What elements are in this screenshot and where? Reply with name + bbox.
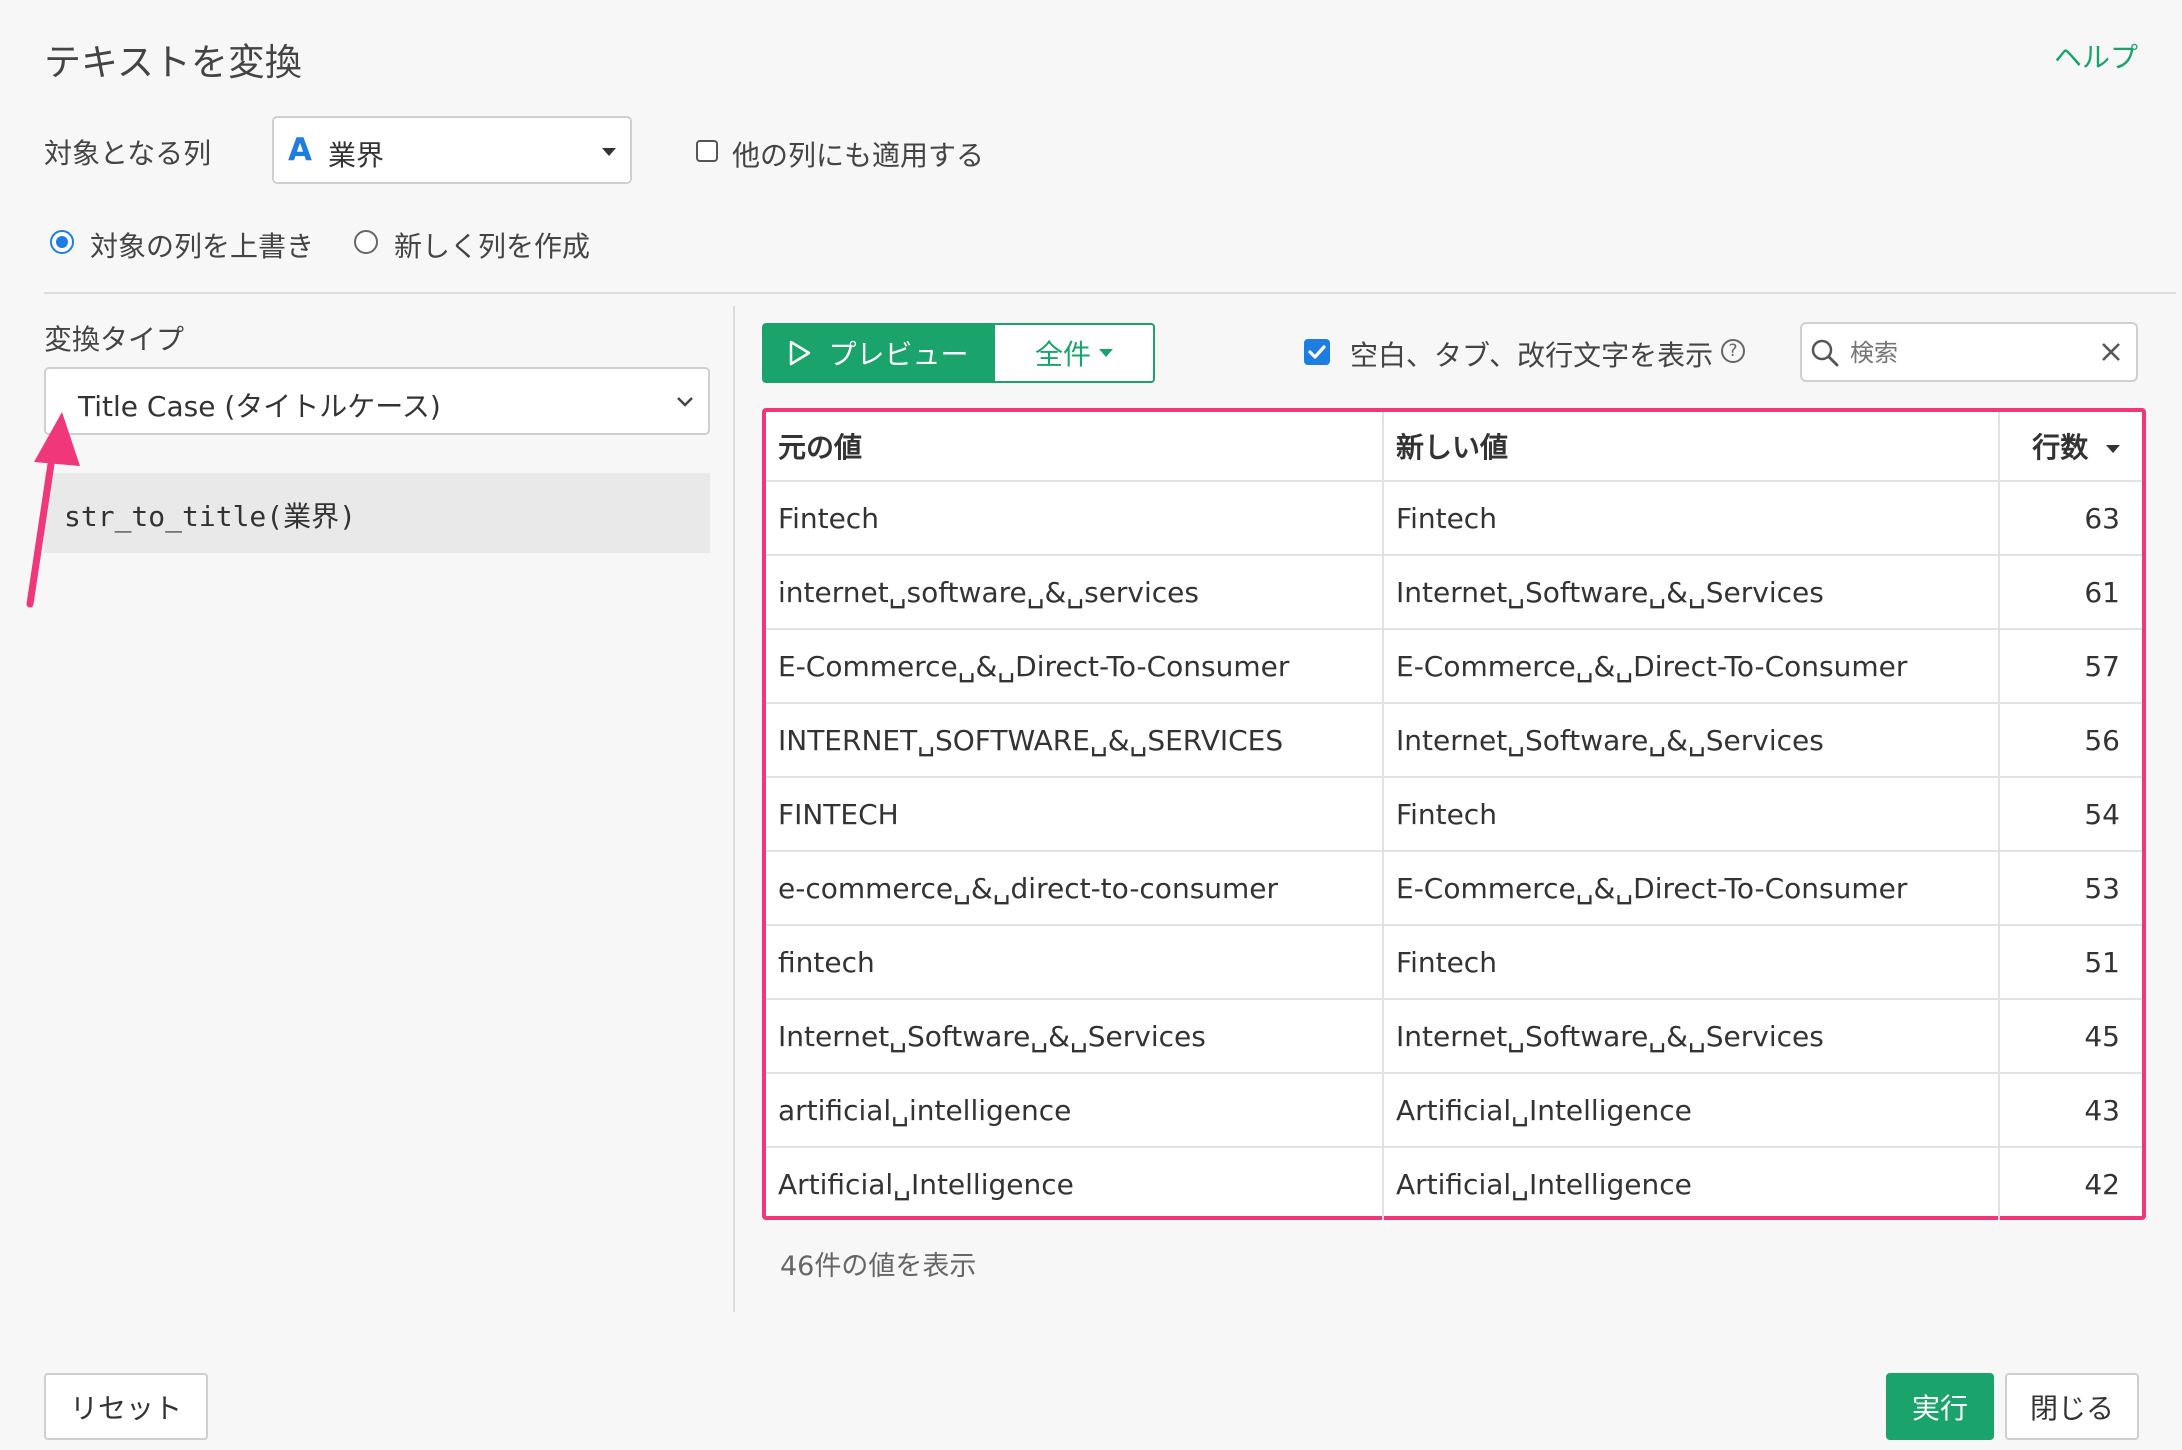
new-value-cell: Fintech [1383,925,2000,1000]
help-circle-icon[interactable]: ? [1721,339,1745,363]
column-header-count-label: 行数 [2032,431,2089,464]
conversion-type-label: 変換タイプ [44,323,185,356]
new-column-radio[interactable] [354,230,378,254]
original-value-cell: FINTECH [766,777,1384,852]
row-count-cell: 45 [1999,999,2142,1074]
column-header-count[interactable]: 行数 [1999,412,2142,482]
apply-other-columns-label: 他の列にも適用する [732,139,985,172]
sort-caret-icon [2106,445,2120,453]
new-value-cell: Fintech [1383,777,2000,852]
row-count-cell: 56 [1999,703,2142,778]
row-count-cell: 42 [2084,1167,2120,1201]
search-icon [1811,339,1839,367]
table-row: artificial␣intelligence Artificial␣Intell… [766,1073,2142,1148]
close-button[interactable]: 閉じる [2005,1373,2139,1440]
panel-divider [733,306,735,1312]
value-count-note: 46件の値を表示 [780,1251,977,1282]
table-row: internet␣software␣&␣services Internet␣Sof… [766,555,2142,630]
row-count-cell: 61 [1999,555,2142,630]
column-header-new[interactable]: 新しい値 [1383,412,2000,482]
original-value-cell: fintech [766,925,1384,1000]
new-value-cell: Artificial␣Intelligence [1383,1147,2000,1220]
section-divider [44,292,2176,294]
new-value-cell: Fintech [1383,481,2000,556]
row-count-cell: 51 [1999,925,2142,1000]
row-count-cell: 53 [1999,851,2142,926]
original-value-cell: e-commerce␣&␣direct-to-consumer [766,851,1384,926]
help-link[interactable]: ヘルプ [2054,36,2138,76]
preview-table: 元の値 新しい値 行数 Fintech Fintech 63 internet␣so… [762,408,2146,1220]
original-value-cell: Artificial␣Intelligence [766,1147,1384,1220]
original-value-cell: Internet␣Software␣&␣Services [766,999,1384,1074]
search-box [1800,322,2138,382]
preview-button[interactable]: プレビュー [762,323,995,383]
annotation-arrow-icon [26,412,80,608]
row-count-cell: 43 [1999,1073,2142,1148]
new-column-label: 新しく列を作成 [394,230,591,263]
table-row: Artificial␣Intelligence Artificial␣Intell… [766,1147,2142,1220]
apply-other-columns-checkbox[interactable] [696,140,718,162]
scope-dropdown-button[interactable]: 全件 [993,323,1155,383]
overwrite-radio[interactable] [50,230,74,254]
reset-button[interactable]: リセット [44,1373,208,1440]
row-count-cell: 63 [1999,481,2142,556]
row-count-cell: 57 [1999,629,2142,704]
column-header-original[interactable]: 元の値 [766,412,1384,482]
table-row: Internet␣Software␣&␣Services Internet␣Sof… [766,999,2142,1074]
target-column-select[interactable]: A 業界 [272,116,632,184]
dialog-title: テキストを変換 [44,41,302,84]
table-row: Fintech Fintech 63 [766,481,2142,556]
original-value-cell: INTERNET␣SOFTWARE␣&␣SERVICES [766,703,1384,778]
scope-button-label: 全件 [1034,338,1091,371]
search-input[interactable] [1848,334,2072,372]
table-row: E-Commerce␣&␣Direct-To-Consumer E-Commerc… [766,629,2142,704]
new-value-cell: E-Commerce␣&␣Direct-To-Consumer [1383,629,2000,704]
run-button[interactable]: 実行 [1886,1373,1994,1440]
row-count-cell: 54 [1999,777,2142,852]
new-value-cell: Internet␣Software␣&␣Services [1383,555,2000,630]
check-icon [1308,345,1326,359]
new-value-cell: Artificial␣Intelligence [1383,1073,2000,1148]
caret-down-icon [1099,349,1113,357]
table-row: FINTECH Fintech 54 [766,777,2142,852]
original-value-cell: internet␣software␣&␣services [766,555,1384,630]
text-type-icon: A [288,132,312,168]
show-whitespace-label: 空白、タブ、改行文字を表示 [1350,339,1714,372]
caret-down-icon [602,148,616,156]
original-value-cell: E-Commerce␣&␣Direct-To-Consumer [766,629,1384,704]
play-icon [790,340,811,366]
conversion-type-value: Title Case (タイトルケース) [78,390,441,423]
target-column-label: 対象となる列 [44,137,212,170]
original-value-cell: Fintech [766,481,1384,556]
close-icon[interactable] [2100,341,2122,363]
show-whitespace-checkbox[interactable] [1304,339,1330,365]
original-value-cell: artificial␣intelligence [766,1073,1384,1148]
expression-preview: str_to_title(業界) [44,473,710,553]
target-column-value: 業界 [328,139,385,172]
table-header-row: 元の値 新しい値 行数 [766,412,2142,482]
overwrite-label: 対象の列を上書き [90,230,315,263]
table-row: e-commerce␣&␣direct-to-consumer E-Commerc… [766,851,2142,926]
preview-button-label: プレビュー [828,338,969,371]
new-value-cell: Internet␣Software␣&␣Services [1383,999,2000,1074]
new-value-cell: Internet␣Software␣&␣Services [1383,703,2000,778]
conversion-type-select[interactable]: Title Case (タイトルケース) [44,367,710,435]
table-row: INTERNET␣SOFTWARE␣&␣SERVICES Internet␣Sof… [766,703,2142,778]
new-value-cell: E-Commerce␣&␣Direct-To-Consumer [1383,851,2000,926]
chevron-down-icon [677,397,693,407]
table-row: fintech Fintech 51 [766,925,2142,1000]
